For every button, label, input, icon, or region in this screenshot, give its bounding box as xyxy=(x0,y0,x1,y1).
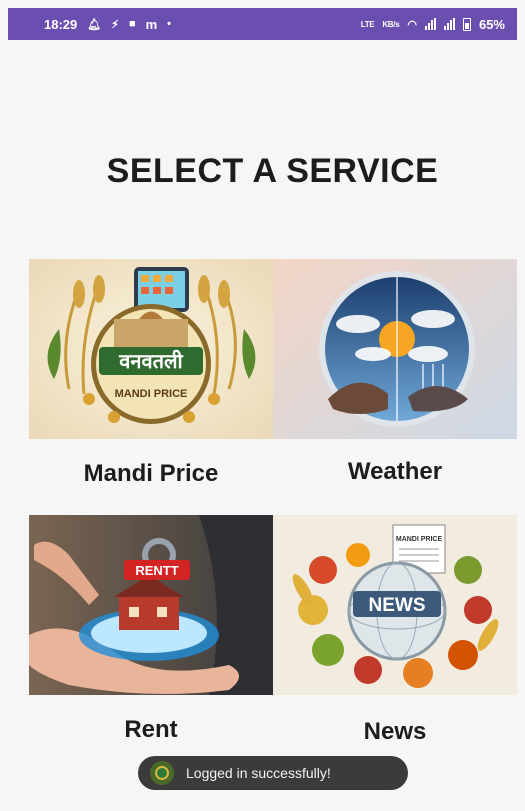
rent-sign-text: RENTT xyxy=(135,563,178,578)
toast-message: Logged in successfully! xyxy=(186,765,331,781)
weather-label[interactable]: Weather xyxy=(273,458,517,486)
weather-tile[interactable] xyxy=(273,259,517,439)
signal-icon-1 xyxy=(424,18,436,30)
news-paper-text: MANDI PRICE xyxy=(396,536,443,543)
bell-icon: 🔔︎ xyxy=(87,18,102,31)
news-tile[interactable]: MANDI PRICE NEWS xyxy=(273,515,517,695)
mandi-price-label[interactable]: Mandi Price xyxy=(29,460,273,488)
signal-icon-2 xyxy=(443,18,455,30)
camera-icon: ■ xyxy=(128,18,136,30)
mandi-price-image: वनवतली MANDI PRICE xyxy=(29,259,273,439)
rent-image: RENTT xyxy=(29,515,273,695)
dot-icon: • xyxy=(167,18,172,30)
news-image: MANDI PRICE NEWS xyxy=(273,515,517,695)
rent-tile[interactable]: RENTT xyxy=(29,515,273,695)
clock: 18:29 xyxy=(44,16,78,32)
news-banner-text: NEWS xyxy=(369,595,426,616)
app-logo-icon xyxy=(150,761,174,785)
page-title: SELECT A SERVICE xyxy=(106,152,439,190)
status-bar: 18:29 🔔︎ ⚡︎ ■ m • LTE KB/s ◠ 65% xyxy=(8,8,517,40)
rent-label[interactable]: Rent xyxy=(29,716,273,744)
network-speed: KB/s xyxy=(382,19,400,29)
news-label[interactable]: News xyxy=(273,718,517,746)
mandi-price-tile[interactable]: वनवतली MANDI PRICE xyxy=(29,259,273,439)
notification-m-icon: m xyxy=(145,16,158,32)
flash-icon: ⚡︎ xyxy=(111,18,119,31)
weather-image xyxy=(273,259,517,439)
lte-indicator: LTE xyxy=(360,19,375,29)
battery-level: 65% xyxy=(478,16,505,32)
toast: Logged in successfully! xyxy=(138,756,408,790)
mandi-logo-subtext: MANDI PRICE xyxy=(115,388,188,400)
battery-icon xyxy=(462,17,471,31)
wifi-icon: ◠ xyxy=(407,18,417,31)
mandi-logo-text: वनवतली xyxy=(118,349,183,373)
